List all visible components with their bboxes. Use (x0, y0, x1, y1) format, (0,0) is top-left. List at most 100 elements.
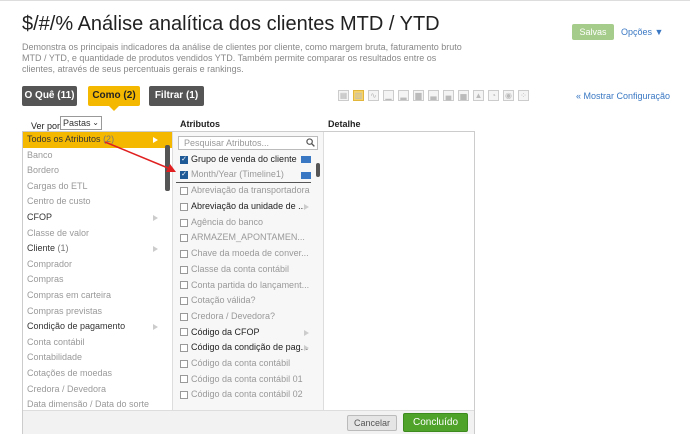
folder-item[interactable]: Bordero (23, 163, 172, 179)
tab-how[interactable]: Como (2) (88, 86, 140, 106)
attribute-item[interactable]: Agência do banco (176, 215, 311, 231)
folder-item[interactable]: Todos os Atributos (2) (23, 132, 172, 148)
pivot-icon[interactable]: ▥ (353, 90, 364, 101)
attribute-label: Agência do banco (191, 216, 264, 227)
folder-item-label: Classe de valor (27, 227, 90, 238)
tab-what[interactable]: O Quê (11) (22, 86, 77, 106)
attribute-search-input[interactable]: Pesquisar Atributos... (178, 136, 318, 150)
attribute-item[interactable]: Classe da conta contábil (176, 262, 311, 278)
folder-item-label: Cargas do ETL (27, 180, 88, 191)
attribute-checkbox[interactable] (180, 391, 188, 400)
attribute-item[interactable]: Código da condição de pag... (176, 340, 311, 356)
attribute-item[interactable]: Credora / Devedora? (176, 309, 311, 325)
cancel-button[interactable]: Cancelar (347, 415, 397, 431)
folder-item[interactable]: Contabilidade (23, 350, 172, 366)
folder-item-label: Conta contábil (27, 336, 85, 347)
attribute-checkbox[interactable] (180, 202, 188, 211)
attribute-label: Código da conta contábil (191, 357, 291, 368)
folder-item-label: Credora / Devedora (27, 383, 107, 394)
attribute-label: Month/Year (Timeline1) (191, 169, 284, 180)
search-icon[interactable] (306, 138, 315, 147)
attribute-item[interactable]: ARMAZEM_APONTAMEN... (176, 230, 311, 246)
attribute-checkbox[interactable] (180, 312, 188, 321)
column3-icon[interactable]: ▄ (443, 90, 454, 101)
folder-item[interactable]: Classe de valor (23, 226, 172, 242)
column-icon[interactable]: ▂ (398, 90, 409, 101)
attribute-item[interactable]: Código da CFOP (176, 325, 311, 341)
attribute-item[interactable]: Código da conta contábil 02 (176, 387, 311, 403)
show-configuration-link[interactable]: « Mostrar Configuração (576, 91, 670, 101)
folder-item-label: CFOP (27, 211, 53, 222)
folder-item[interactable]: Condição de pagamento (23, 319, 172, 335)
attribute-item[interactable]: Código da conta contábil 01 (176, 372, 311, 388)
attribute-checkbox[interactable] (180, 218, 188, 227)
attribute-checkbox[interactable] (180, 328, 188, 337)
attribute-checkbox[interactable] (180, 375, 188, 384)
donut-icon[interactable]: ◉ (503, 90, 514, 101)
attribute-item[interactable]: ✓ Grupo de venda do cliente (176, 152, 311, 168)
attribute-checkbox[interactable] (180, 344, 188, 353)
table-icon[interactable]: ▦ (338, 90, 349, 101)
folder-item[interactable]: Data dimensão / Data do sorte (23, 397, 172, 410)
attribute-item[interactable]: Cotação válida? (176, 293, 311, 309)
folder-item-label: Compras previstas (27, 305, 103, 316)
folder-item-label: Contabilidade (27, 352, 83, 363)
folder-item-count: (1) (57, 243, 69, 254)
folder-item-label: Comprador (27, 258, 73, 269)
attribute-label: Código da condição de pag... (191, 342, 309, 353)
attribute-item[interactable]: Chave da moeda de conver... (176, 246, 311, 262)
attribute-label: Conta partida do lançament... (191, 279, 310, 290)
attribute-checkbox[interactable] (180, 249, 188, 258)
view-by-select[interactable]: Pastas ⌄ (60, 116, 102, 130)
attribute-label: Código da conta contábil 02 (191, 389, 303, 400)
expand-arrow-icon (153, 246, 158, 253)
folder-item[interactable]: Cargas do ETL (23, 179, 172, 195)
line-icon[interactable]: ∿ (368, 90, 379, 101)
folder-item[interactable]: Compras previstas (23, 304, 172, 320)
folder-item[interactable]: Conta contábil (23, 335, 172, 351)
attribute-checkbox[interactable] (180, 359, 188, 368)
folder-item[interactable]: CFOP (23, 210, 172, 226)
folder-item[interactable]: Banco (23, 148, 172, 164)
attribute-item[interactable]: Conta partida do lançament... (176, 278, 311, 294)
folder-item-label: Condição de pagamento (27, 321, 126, 332)
options-menu[interactable]: Opções ▼ (621, 27, 663, 37)
folder-list-scrollbar[interactable] (165, 145, 170, 191)
tab-filter[interactable]: Filtrar (1) (149, 86, 204, 106)
folder-item[interactable]: Compras em carteira (23, 288, 172, 304)
attribute-item[interactable]: ✓ Month/Year (Timeline1) (176, 168, 311, 184)
folder-item[interactable]: Cotações de moedas (23, 366, 172, 382)
column2-icon[interactable]: ▃ (428, 90, 439, 101)
attribute-checkbox[interactable] (180, 187, 188, 196)
expand-arrow-icon (304, 329, 309, 336)
attribute-list-scrollbar[interactable] (316, 163, 320, 177)
done-button[interactable]: Concluído (403, 413, 468, 432)
stacked-column-icon[interactable]: ▆ (413, 90, 424, 101)
saved-button[interactable]: Salvas (572, 24, 614, 40)
scatter-icon[interactable]: ⁘ (518, 90, 529, 101)
attribute-item[interactable]: Código da conta contábil (176, 356, 311, 372)
attribute-item[interactable]: Abreviação da transportadora (176, 183, 311, 199)
folder-item[interactable]: Compras (23, 272, 172, 288)
attribute-checkbox[interactable] (180, 297, 188, 306)
area-icon[interactable]: ▲ (473, 90, 484, 101)
attribute-label: ARMAZEM_APONTAMEN... (191, 232, 305, 243)
attribute-checkbox[interactable]: ✓ (180, 155, 188, 164)
attribute-checkbox[interactable]: ✓ (180, 171, 188, 180)
expand-arrow-icon (153, 324, 158, 331)
attribute-checkbox[interactable] (180, 265, 188, 274)
view-by-value: Pastas (63, 118, 91, 128)
folder-item[interactable]: Cliente (1) (23, 241, 172, 257)
stacked-icon[interactable]: ▅ (458, 90, 469, 101)
folder-item[interactable]: Centro de custo (23, 194, 172, 210)
folder-item-label: Banco (27, 149, 53, 160)
attribute-item[interactable]: Abreviação da unidade de ... (176, 199, 311, 215)
chart-type-toolbar: ▦ ▥ ∿ ▁ ▂ ▆ ▃ ▄ ▅ ▲ ◔ ◉ ⁘ (338, 90, 529, 102)
folder-item[interactable]: Credora / Devedora (23, 382, 172, 398)
bar-icon[interactable]: ▁ (383, 90, 394, 101)
folder-item[interactable]: Comprador (23, 257, 172, 273)
attribute-checkbox[interactable] (180, 234, 188, 243)
attribute-item[interactable]: Código da conta contábil 03 (176, 403, 311, 406)
pie-icon[interactable]: ◔ (488, 90, 499, 101)
attribute-checkbox[interactable] (180, 281, 188, 290)
